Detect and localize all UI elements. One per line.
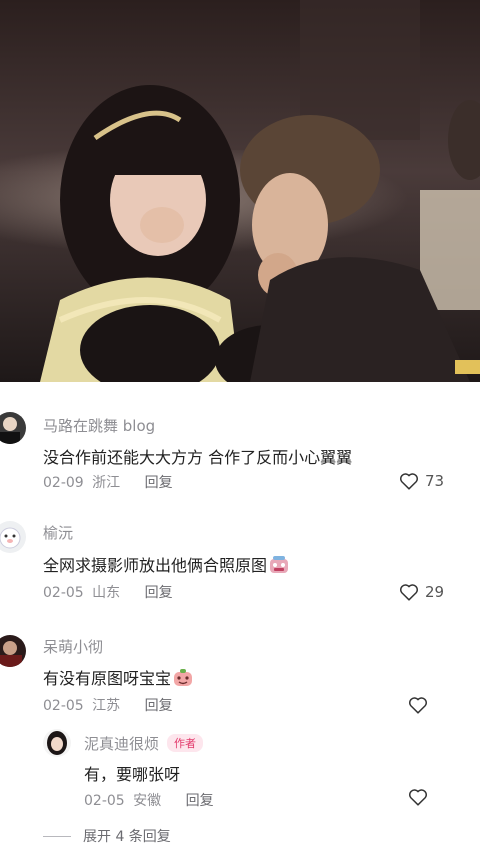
like-button[interactable]: 29 xyxy=(398,581,444,603)
author-badge: 作者 xyxy=(167,734,204,752)
reply-username[interactable]: 泥真迪很烦 作者 xyxy=(84,733,204,754)
avatar[interactable] xyxy=(0,635,26,667)
heart-icon xyxy=(409,789,427,806)
comment-text-content: 全网求摄影师放出他俩合照原图 xyxy=(43,556,268,575)
photo-image xyxy=(0,0,480,382)
like-button[interactable] xyxy=(407,786,429,808)
comment-username[interactable]: 榆沅 xyxy=(43,522,73,543)
user-avatar-icon xyxy=(0,521,26,553)
heart-icon xyxy=(400,584,418,601)
reply-text: 有，要哪张呀 xyxy=(84,765,181,784)
comment-date: 02-09 xyxy=(43,475,84,491)
crying-emoji-icon xyxy=(269,556,289,574)
avatar[interactable] xyxy=(0,412,26,444)
user-avatar-icon xyxy=(0,412,26,444)
post-photo[interactable] xyxy=(0,0,480,382)
comment-section: 马路在跳舞 blog 没合作前还能大大方方 合作了反而小心翼翼 02-09 浙江… xyxy=(0,382,480,853)
comment-meta: 02-09 浙江 回复 xyxy=(43,472,177,492)
comment-date: 02-05 xyxy=(43,585,84,601)
expand-replies-label: 展开 4 条回复 xyxy=(83,829,171,845)
reply-button[interactable]: 回复 xyxy=(145,475,173,491)
comment-item: 呆萌小彻 有没有原图呀宝宝 02-05 江苏 回复 xyxy=(0,607,480,717)
comment-text: 全网求摄影师放出他俩合照原图 xyxy=(43,552,289,576)
reply-button[interactable]: 回复 xyxy=(186,793,214,809)
comment-location: 山东 xyxy=(92,585,121,601)
comment-meta: 02-05 山东 回复 xyxy=(43,582,177,602)
reply-location: 安徽 xyxy=(133,793,162,809)
comment-username[interactable]: 呆萌小彻 xyxy=(43,636,103,657)
comment-username[interactable]: 马路在跳舞 blog xyxy=(43,415,155,436)
comment-text-content: 有没有原图呀宝宝 xyxy=(43,669,172,688)
divider xyxy=(43,835,71,837)
comment-location: 江苏 xyxy=(92,698,121,714)
comment-text: 没合作前还能大大方方 合作了反而小心翼翼 xyxy=(43,448,353,467)
reply-button[interactable]: 回复 xyxy=(145,585,173,601)
reply-item: 泥真迪很烦 作者 有，要哪张呀 02-05 安徽 回复 xyxy=(0,717,480,817)
user-avatar-icon xyxy=(0,635,26,667)
heart-icon xyxy=(409,697,427,714)
comment-date: 02-05 xyxy=(43,698,84,714)
comment-location: 浙江 xyxy=(92,475,121,491)
comment-item: 马路在跳舞 blog 没合作前还能大大方方 合作了反而小心翼翼 02-09 浙江… xyxy=(0,382,480,497)
reply-meta: 02-05 安徽 回复 xyxy=(84,790,218,810)
comment-text: 有没有原图呀宝宝 xyxy=(43,665,193,689)
blushing-emoji-icon xyxy=(173,669,193,687)
avatar[interactable] xyxy=(43,729,71,757)
like-count: 73 xyxy=(425,472,445,490)
comment-meta: 02-05 江苏 回复 xyxy=(43,695,177,715)
comment-item: 榆沅 全网求摄影师放出他俩合照原图 02-05 山东 回复 29 xyxy=(0,497,480,607)
avatar[interactable] xyxy=(0,521,26,553)
like-button[interactable]: 73 xyxy=(398,470,444,492)
reply-date: 02-05 xyxy=(84,793,125,809)
like-button[interactable] xyxy=(407,694,429,716)
expand-replies-button[interactable]: 展开 4 条回复 xyxy=(43,826,171,846)
like-count: 29 xyxy=(425,583,445,601)
reply-username-text: 泥真迪很烦 xyxy=(84,735,160,753)
user-avatar-icon xyxy=(43,729,71,757)
heart-icon xyxy=(400,473,418,490)
reply-button[interactable]: 回复 xyxy=(145,698,173,714)
